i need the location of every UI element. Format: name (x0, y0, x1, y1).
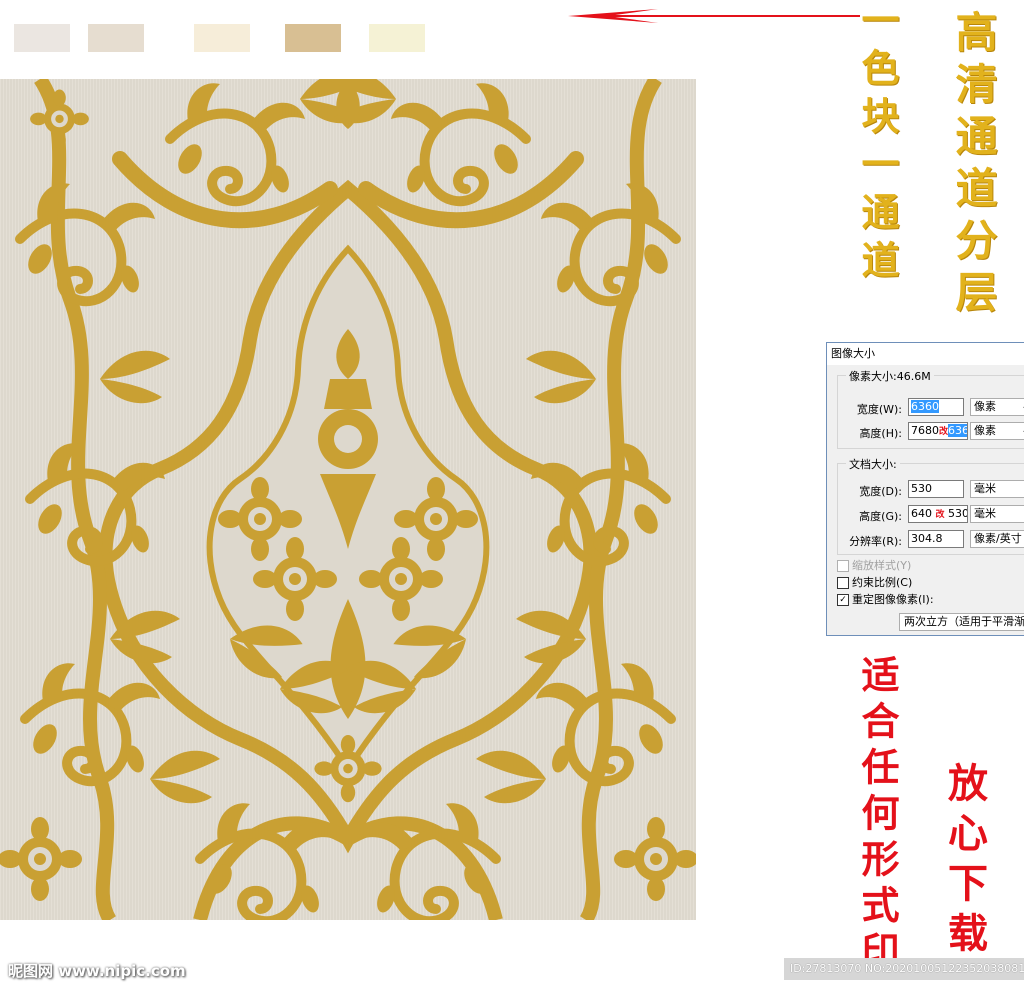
doc-height-label: 高度(G): (859, 510, 902, 523)
document-size-label: 文档大小: (846, 456, 900, 472)
resolution-value: 304.8 (911, 532, 943, 545)
pixel-width-row: 宽度(W): 6360 像素⌄ (838, 398, 1024, 418)
resolution-input[interactable]: 304.8 (908, 530, 964, 548)
checkmark-icon: ✓ (837, 594, 849, 606)
resolution-row: 分辨率(R): 304.8 像素/英寸 (838, 530, 1024, 550)
hd-channel-note: 高清通道分层 (949, 10, 998, 322)
resolution-unit: 像素/英寸 (974, 532, 1022, 545)
pixel-width-label: 宽度(W): (856, 403, 902, 416)
resolution-label: 分辨率(R): (849, 535, 902, 548)
resample-checkbox[interactable]: ✓ 重定图像像素(I): (837, 593, 934, 609)
doc-height-old-value: 640 (911, 507, 932, 520)
doc-height-unit: 毫米 (974, 507, 996, 520)
pixel-dimensions-label: 像素大小:46.6M (846, 368, 934, 384)
pixel-height-label: 高度(H): (859, 427, 902, 440)
constrain-proportions-checkbox[interactable]: 约束比例(C) (837, 576, 912, 592)
download-note: 放心下载 (941, 762, 988, 962)
resample-method-value: 两次立方（适用于平滑渐变 (904, 615, 1024, 628)
color-swatch-1 (14, 24, 70, 52)
doc-width-label: 宽度(D): (859, 485, 902, 498)
scale-styles-label: 缩放样式(Y) (852, 559, 912, 572)
pixel-height-input[interactable]: 7680改6360 (908, 422, 968, 440)
doc-height-unit-select[interactable]: 毫米 (970, 505, 1024, 523)
doc-width-unit: 毫米 (974, 482, 996, 495)
pixel-height-old-value: 7680 (911, 424, 939, 437)
image-id-text: ID:27813070 NO:20201005122352038081 (790, 962, 1024, 975)
pixel-height-row: 高度(H): 7680改6360 像素⌄ (838, 422, 1024, 442)
pixel-width-unit-select[interactable]: 像素⌄ (970, 398, 1024, 416)
pixel-width-unit: 像素 (974, 400, 996, 413)
doc-width-value: 530 (911, 482, 932, 495)
doc-height-row: 高度(G): 640 改 530 毫米 (838, 505, 1024, 525)
damask-pattern-image (0, 79, 696, 920)
pixel-width-value: 6360 (911, 400, 939, 413)
pixel-width-input[interactable]: 6360 (908, 398, 964, 416)
pixel-height-change-mark: 改 (939, 427, 949, 437)
doc-width-unit-select[interactable]: 毫米 (970, 480, 1024, 498)
red-arrow-icon (568, 9, 860, 23)
document-size-group: 文档大小: 宽度(D): 530 毫米 高度(G): 640 改 530 毫米 … (837, 456, 1024, 555)
print-note: 适合任何形式印 (855, 655, 900, 977)
scale-styles-checkbox[interactable]: 缩放样式(Y) (837, 559, 911, 575)
doc-height-change-mark: 改 (935, 510, 945, 520)
resolution-unit-select[interactable]: 像素/英寸 (970, 530, 1024, 548)
color-swatch-3 (194, 24, 250, 52)
doc-height-value: 530 (948, 507, 968, 520)
resample-method-select[interactable]: 两次立方（适用于平滑渐变 (899, 613, 1024, 631)
dialog-title: 图像大小 (827, 343, 1024, 365)
checkbox-unchecked-icon (837, 577, 849, 589)
checkbox-unchecked-icon (837, 560, 849, 572)
color-swatch-5 (369, 24, 425, 52)
pixel-height-unit-select[interactable]: 像素⌄ (970, 422, 1024, 440)
image-size-dialog: 图像大小 像素大小:46.6M 宽度(W): 6360 像素⌄ 高度(H): 7… (826, 342, 1024, 636)
pixel-dimensions-group: 像素大小:46.6M 宽度(W): 6360 像素⌄ 高度(H): 7680改6… (837, 368, 1024, 449)
color-swatch-4 (285, 24, 341, 52)
color-swatch-2 (88, 24, 144, 52)
pixel-height-value: 6360 (948, 424, 967, 437)
doc-width-row: 宽度(D): 530 毫米 (838, 480, 1024, 500)
constrain-proportions-label: 约束比例(C) (852, 576, 913, 589)
pixel-height-unit: 像素 (974, 424, 996, 437)
resample-label: 重定图像像素(I): (852, 593, 934, 606)
swatch-channel-note: 一色块一通道 (855, 0, 900, 288)
doc-height-input[interactable]: 640 改 530 (908, 505, 968, 523)
site-watermark: 昵图网 www.nipic.com (8, 962, 186, 980)
doc-width-input[interactable]: 530 (908, 480, 964, 498)
